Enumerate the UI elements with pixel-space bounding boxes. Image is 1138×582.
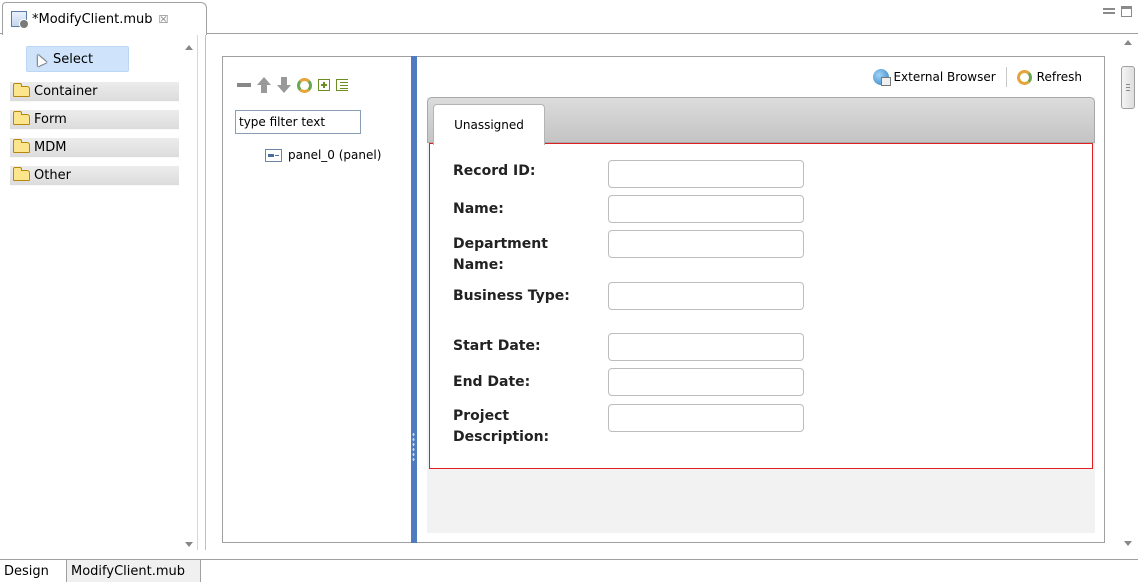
- tab-unassigned[interactable]: Unassigned: [433, 104, 545, 145]
- folder-icon: [13, 111, 30, 125]
- window-controls: [1103, 6, 1132, 17]
- select-tool[interactable]: Select: [26, 46, 129, 72]
- business-type-input[interactable]: [608, 282, 804, 310]
- scroll-down-icon[interactable]: [1124, 541, 1132, 546]
- drawer-form[interactable]: Form: [10, 110, 179, 130]
- drawer-label: MDM: [34, 140, 67, 155]
- form-tabstrip: Unassigned: [427, 97, 1095, 145]
- tab-design[interactable]: Design: [0, 560, 67, 582]
- folder-icon: [13, 139, 30, 153]
- end-date-input[interactable]: [608, 368, 804, 396]
- scrollbar-thumb[interactable]: [1121, 66, 1135, 109]
- editor-tab[interactable]: *ModifyClient.mub ☒: [2, 2, 207, 35]
- drawer-mdm[interactable]: MDM: [10, 138, 179, 158]
- editor-tab-title: *ModifyClient.mub: [32, 11, 153, 27]
- scroll-up-icon[interactable]: [185, 45, 193, 50]
- drawer-label: Other: [34, 168, 71, 183]
- globe-icon[interactable]: [873, 69, 892, 86]
- outline-pane: panel_0 (panel): [222, 56, 415, 543]
- move-down-icon[interactable]: [277, 77, 291, 93]
- field-label-name: Name:: [453, 201, 504, 217]
- drawer-label: Form: [34, 112, 67, 127]
- toolbar-separator: [1005, 67, 1007, 87]
- field-label-project-description: Project Description:: [453, 408, 550, 445]
- collapse-all-icon[interactable]: [336, 79, 348, 91]
- refresh-icon[interactable]: [1016, 69, 1032, 85]
- department-name-input[interactable]: [608, 230, 804, 258]
- record-id-input[interactable]: [608, 160, 804, 188]
- minimize-icon[interactable]: [1103, 8, 1115, 14]
- form-panel: Record ID: Name: Department Name: Busine…: [429, 143, 1093, 469]
- palette: Select Container Form MDM Other: [0, 35, 198, 550]
- start-date-input[interactable]: [608, 333, 804, 361]
- preview-pane: External Browser Refresh Unassigned Reco…: [417, 56, 1105, 543]
- project-description-input[interactable]: [608, 404, 804, 432]
- outline-toolbar: [237, 77, 348, 93]
- field-label-start-date: Start Date:: [453, 338, 541, 354]
- drawer-other[interactable]: Other: [10, 166, 179, 186]
- scroll-down-icon[interactable]: [185, 542, 193, 547]
- tab-source[interactable]: ModifyClient.mub: [67, 560, 201, 582]
- move-up-icon[interactable]: [257, 77, 271, 93]
- scroll-up-icon[interactable]: [1124, 40, 1132, 45]
- field-label-end-date: End Date:: [453, 374, 531, 390]
- refresh-button[interactable]: Refresh: [1037, 70, 1082, 84]
- cursor-icon: [33, 51, 47, 67]
- editor-tab-bar: *ModifyClient.mub ☒: [0, 0, 1138, 35]
- folder-icon: [13, 83, 30, 97]
- select-tool-label: Select: [53, 51, 94, 67]
- form-preview: Unassigned Record ID: Name: Department N…: [427, 97, 1095, 533]
- panel-icon: [265, 148, 282, 162]
- folder-icon: [13, 167, 30, 181]
- field-label-department-name: Department Name:: [453, 236, 548, 273]
- remove-icon[interactable]: [237, 83, 251, 87]
- filter-input[interactable]: [235, 110, 361, 134]
- name-input[interactable]: [608, 195, 804, 223]
- field-label-business-type: Business Type:: [453, 288, 570, 304]
- drawer-container[interactable]: Container: [10, 82, 179, 102]
- field-label-record-id: Record ID:: [453, 163, 536, 179]
- palette-scrollbar[interactable]: [183, 41, 195, 549]
- expand-all-icon[interactable]: [318, 79, 330, 91]
- close-icon[interactable]: ☒: [159, 13, 169, 26]
- editor-scrollbar[interactable]: [1118, 35, 1138, 550]
- refresh-icon[interactable]: [297, 77, 312, 93]
- splitter-grip[interactable]: [412, 432, 415, 462]
- external-browser-button[interactable]: External Browser: [893, 70, 995, 84]
- drawer-label: Container: [34, 84, 98, 99]
- tree-item-label: panel_0 (panel): [288, 148, 382, 162]
- maximize-icon[interactable]: [1121, 6, 1132, 17]
- bottom-tab-bar: Design ModifyClient.mub: [0, 559, 1138, 582]
- tree-item-panel[interactable]: panel_0 (panel): [265, 148, 381, 162]
- preview-toolbar: External Browser Refresh: [873, 67, 1082, 87]
- mub-file-icon: [11, 11, 29, 29]
